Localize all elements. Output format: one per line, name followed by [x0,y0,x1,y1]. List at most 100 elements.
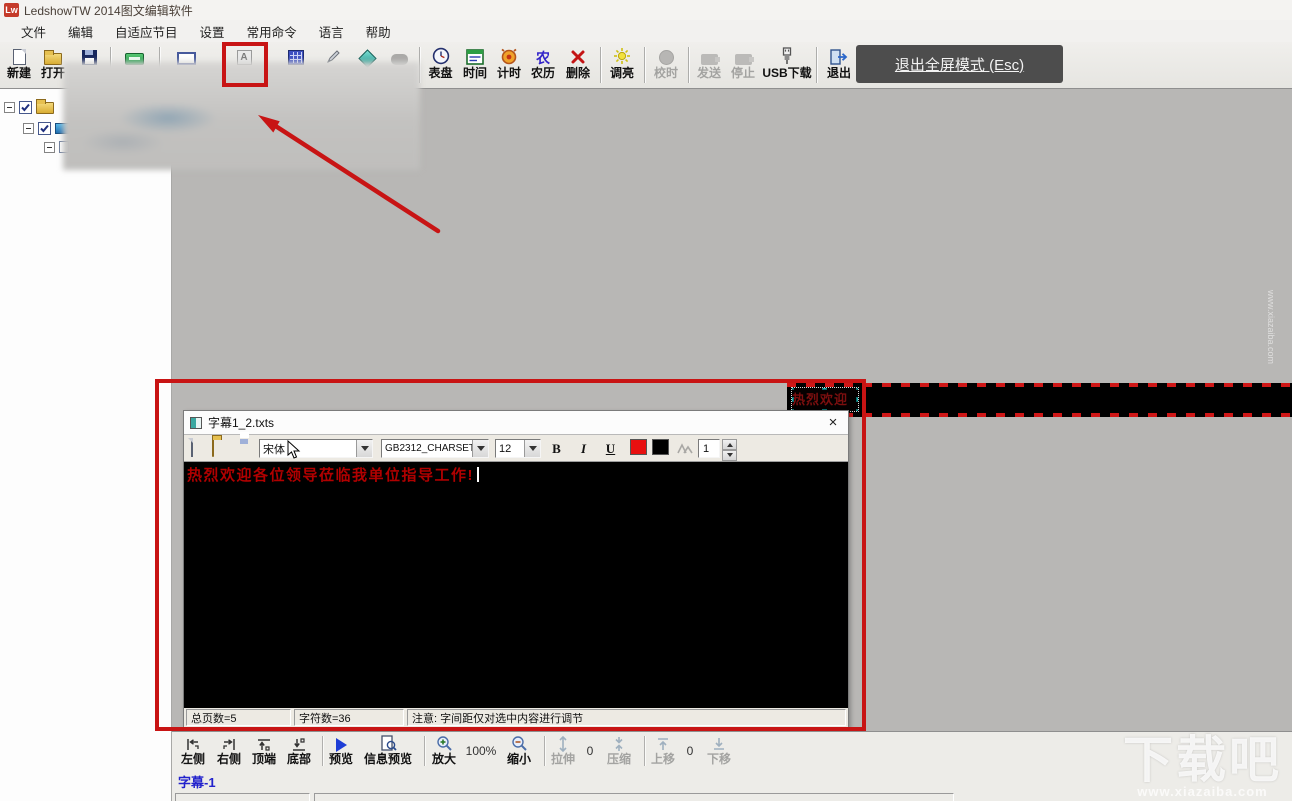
subtitle-text-editor[interactable]: 热烈欢迎各位领导莅临我单位指导工作! [184,462,848,708]
menu-settings[interactable]: 设置 [189,19,236,44]
time-sync-icon [658,44,674,65]
text-color-swatch[interactable] [630,439,647,455]
align-top-button[interactable]: 顶端 [247,734,281,770]
note-status: 注意: 字间距仅对选中内容进行调节 [407,709,846,726]
resize-handle[interactable] [856,409,858,411]
dropdown-arrow-icon[interactable] [356,440,372,457]
blurred-region [63,62,420,170]
usb-download-button[interactable]: USB下载 [762,44,812,87]
font-size-select[interactable]: 12 [495,439,541,458]
dialog-open-button[interactable] [212,438,214,457]
total-pages-status: 总页数=5 [186,709,291,726]
char-count-status: 字符数=36 [294,709,404,726]
clock-dial-button[interactable]: 表盘 [423,44,458,87]
stop-button: 停止 [726,44,760,87]
compress-button: 压缩 [602,734,636,770]
charset-select[interactable]: GB2312_CHARSET [381,439,489,458]
open-folder-icon [212,438,214,457]
clock-dial-icon [432,44,450,65]
resize-handle[interactable] [792,397,794,402]
stepper-down-icon[interactable] [722,450,737,461]
app-logo-icon: Lw [4,3,19,17]
dialog-titlebar[interactable]: 字幕1_2.txts × [184,411,848,435]
new-file-icon [191,438,193,457]
menu-bar: 文件 编辑 自适应节目 设置 常用命令 语言 帮助 [0,20,1292,42]
timer-button[interactable]: 计时 [492,44,526,87]
new-file-icon [12,44,26,65]
expander-icon[interactable] [4,102,15,113]
underline-button[interactable]: U [600,439,621,458]
dialog-new-button[interactable] [191,438,193,457]
zoom-in-button[interactable]: 放大 [427,734,461,770]
resize-handle[interactable] [822,388,827,390]
dialog-close-button[interactable]: × [824,414,842,432]
bottom-toolbar: 左侧 右侧 顶端 底部 预览 信息预览 放大 100% 缩小 拉伸 0 压缩 上… [172,731,1292,770]
window-title: LedshowTW 2014图文编辑软件 [24,3,193,18]
stepper-up-icon[interactable] [722,439,737,450]
align-bottom-button[interactable]: 底部 [282,734,316,770]
move-up-button: 上移 [646,734,680,770]
dropdown-arrow-icon[interactable] [524,440,540,457]
spacing-stepper[interactable] [722,439,737,461]
dialog-icon [190,416,202,429]
spacing-value-input[interactable]: 1 [698,439,720,458]
exit-fullscreen-button[interactable]: 退出全屏模式 (Esc) [856,45,1063,83]
stretch-icon [556,734,570,752]
play-preview-icon [335,734,347,752]
brightness-button[interactable]: 调亮 [604,44,640,87]
lunar-calendar-button[interactable]: 农 农历 [526,44,560,87]
send-icon [700,44,720,65]
info-preview-button[interactable]: 信息预览 [358,734,418,770]
checkbox-checked-icon[interactable] [38,122,51,135]
menu-edit[interactable]: 编辑 [57,19,104,44]
lunar-calendar-icon: 农 [536,50,550,66]
preview-button[interactable]: 预览 [324,734,358,770]
exit-door-icon [830,44,848,65]
exit-fullscreen-label: 退出全屏模式 (Esc) [894,56,1025,74]
expander-icon[interactable] [23,123,34,134]
resize-handle[interactable] [792,388,794,390]
menu-file[interactable]: 文件 [10,19,57,44]
resize-handle[interactable] [856,388,858,390]
led-preview-text: 热烈欢迎 [792,392,849,407]
align-left-button[interactable]: 左侧 [176,734,210,770]
align-bottom-icon [291,734,307,752]
tree-item-root[interactable] [4,98,54,114]
timer-alarm-icon [500,44,518,65]
checkbox-checked-icon[interactable] [19,101,32,114]
time-button[interactable]: 时间 [458,44,492,87]
bold-button[interactable]: B [546,439,567,458]
delete-x-icon [570,44,586,65]
selected-led-element[interactable]: 热烈欢迎 [791,387,859,412]
align-right-icon [221,734,237,752]
program-tree-panel [0,89,172,801]
expander-icon[interactable] [44,141,55,153]
dialog-toolbar: 宋体 GB2312_CHARSET 12 B I U 1 [184,435,848,462]
menu-language[interactable]: 语言 [308,19,355,44]
new-button[interactable]: 新建 [2,44,36,87]
font-family-select[interactable]: 宋体 [259,439,373,458]
menu-help[interactable]: 帮助 [355,19,402,44]
dropdown-arrow-icon[interactable] [472,440,488,457]
resize-handle[interactable] [856,397,858,402]
stop-icon [734,44,754,65]
background-color-swatch[interactable] [652,439,669,455]
char-spacing-icon [677,441,693,460]
usb-icon [780,44,794,65]
time-icon [466,44,484,65]
status-cell [175,793,310,801]
italic-button[interactable]: I [573,439,594,458]
delete-button[interactable]: 删除 [560,44,596,87]
current-subtitle-label: 字幕-1 [178,775,216,790]
dialog-statusbar: 总页数=5 字符数=36 注意: 字间距仅对选中内容进行调节 [184,708,848,727]
menu-adaptive-program[interactable]: 自适应节目 [104,19,189,44]
stretch-value: 0 [586,744,594,758]
move-down-icon [712,734,726,752]
exit-button[interactable]: 退出 [821,44,857,87]
move-down-button: 下移 [702,734,736,770]
brightness-sun-icon [613,44,631,65]
subtitle-text: 热烈欢迎各位领导莅临我单位指导工作! [187,467,474,484]
align-right-button[interactable]: 右侧 [212,734,246,770]
menu-common-commands[interactable]: 常用命令 [236,19,308,44]
zoom-out-button[interactable]: 缩小 [502,734,536,770]
